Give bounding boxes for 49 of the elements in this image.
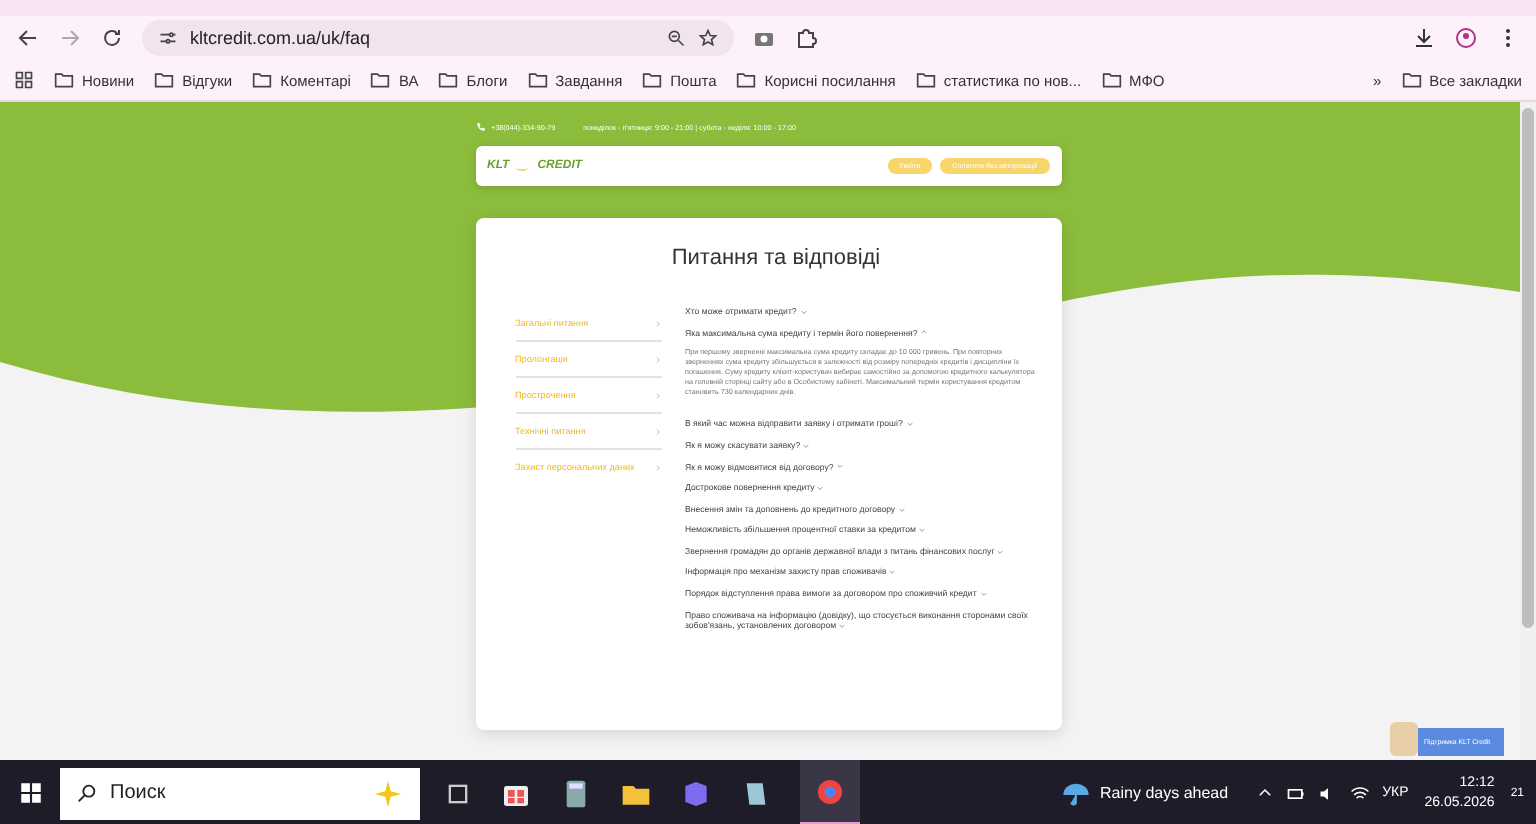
profile-icon[interactable]: [1454, 26, 1478, 50]
avatar: [1390, 722, 1418, 756]
folder-icon[interactable]: [370, 70, 391, 90]
page-title: Питання та відповіді: [669, 246, 883, 270]
battery-icon[interactable]: [1286, 783, 1307, 803]
phone-icon: [475, 122, 485, 132]
folder-icon[interactable]: [527, 70, 548, 90]
folder-icon[interactable]: [154, 70, 175, 90]
folder-icon[interactable]: [54, 70, 74, 90]
weather-widget[interactable]: Rainy days ahead: [1062, 779, 1229, 807]
chevron-down-icon: [802, 441, 811, 450]
folder-icon[interactable]: [252, 70, 273, 90]
site-settings-icon[interactable]: [158, 28, 178, 48]
browser-taskbar-button[interactable]: [800, 760, 860, 824]
chevron-up-icon: [919, 328, 928, 337]
apps-grid-icon[interactable]: [14, 70, 34, 90]
chevron-down-icon: [835, 462, 844, 471]
windows-icon[interactable]: [17, 780, 43, 806]
chevron-down-icon: [996, 547, 1005, 556]
chevron-down-icon: [816, 483, 825, 492]
chevron-down-icon: [799, 307, 808, 316]
search-icon: [76, 782, 98, 804]
task-view-icon[interactable]: [444, 779, 472, 807]
download-icon[interactable]: [1412, 26, 1436, 50]
chevron-up-icon[interactable]: [1256, 784, 1275, 802]
chevron-down-icon: [888, 568, 897, 577]
extensions-icon[interactable]: [793, 26, 817, 50]
umbrella-icon: [1062, 779, 1091, 807]
star-icon[interactable]: [697, 28, 717, 48]
search-field[interactable]: Поиск: [60, 767, 420, 819]
address-bar[interactable]: kltcredit.com.ua/uk/faq: [142, 20, 733, 56]
folder-icon[interactable]: [438, 70, 459, 90]
reload-icon[interactable]: [100, 26, 124, 50]
folder-icon[interactable]: [736, 70, 757, 90]
browser-icon: [814, 775, 846, 807]
chevron-down-icon: [918, 526, 927, 535]
sparkle-icon: [372, 777, 404, 809]
folder-icon[interactable]: [1101, 70, 1122, 90]
chevron-down-icon: [905, 420, 914, 429]
wifi-icon[interactable]: [1350, 783, 1371, 803]
copilot-icon[interactable]: [680, 777, 712, 809]
zoom-icon[interactable]: [665, 28, 685, 48]
back-icon[interactable]: [16, 26, 40, 50]
folder-icon[interactable]: [642, 70, 663, 90]
chevron-down-icon: [897, 505, 906, 514]
chevron-down-icon: [838, 622, 847, 631]
folder-icon[interactable]: [915, 70, 936, 90]
url-text: kltcredit.com.ua/uk/faq: [190, 28, 373, 48]
folder-icon[interactable]: [1401, 70, 1422, 90]
